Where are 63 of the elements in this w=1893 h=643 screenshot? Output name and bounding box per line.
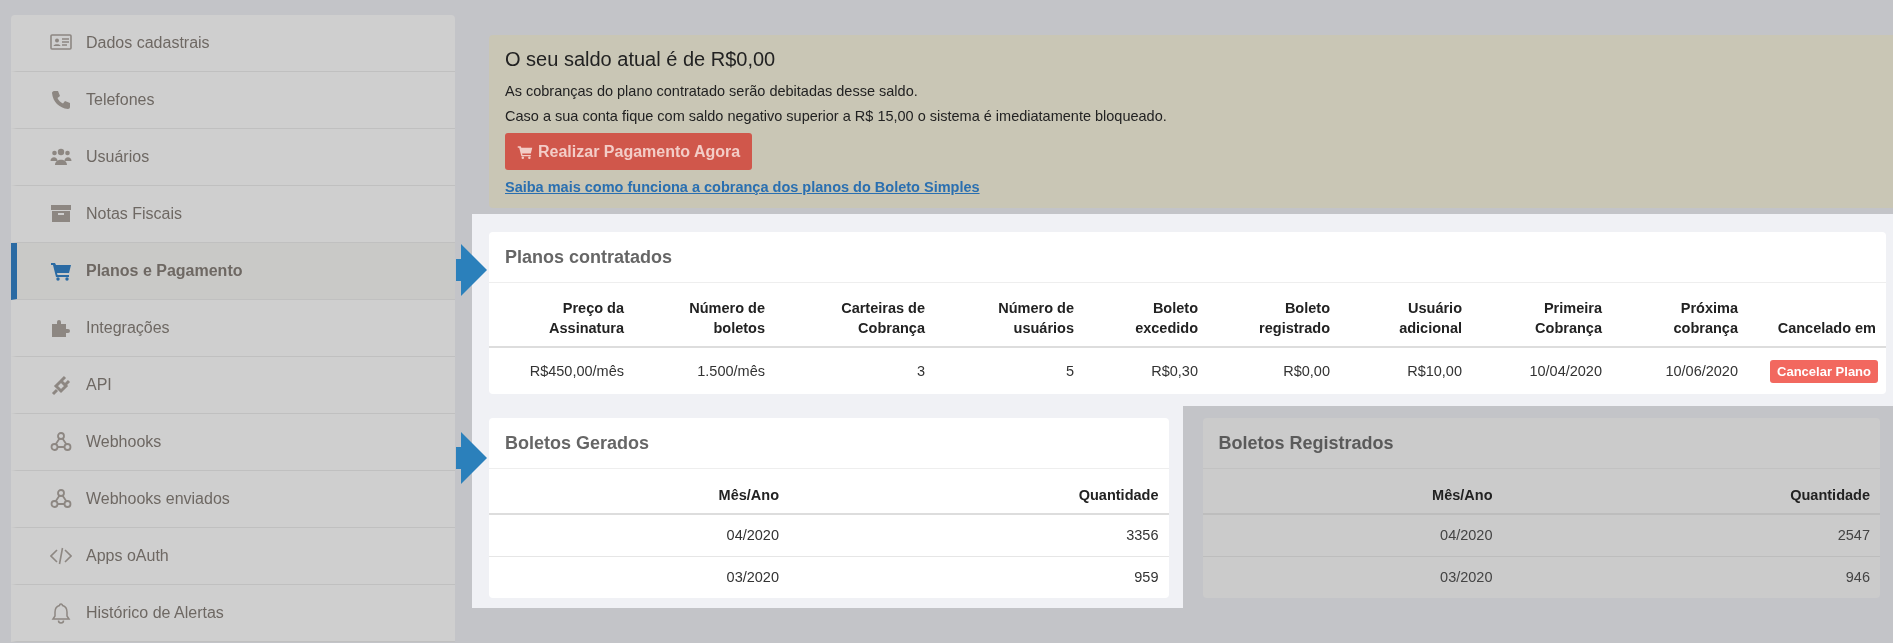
column-header: Mês/Ano <box>718 486 779 505</box>
phone-icon <box>50 89 72 111</box>
table-cell: 1.500/mês <box>697 363 765 379</box>
card-title: Planos contratados <box>489 232 1886 283</box>
pointer-arrow <box>456 244 487 296</box>
card-title: Boletos Registrados <box>1202 418 1880 469</box>
table-cell: 2547 <box>1837 527 1870 544</box>
plug-icon <box>50 374 72 396</box>
webhook-icon <box>50 488 72 510</box>
table-cell: 5 <box>1065 363 1074 379</box>
column-header: Carteiras de Cobrança <box>840 299 925 338</box>
info-text: As cobranças do plano contratado serão debitadas desse saldo. <box>505 82 919 101</box>
cart-icon <box>517 143 533 160</box>
column-header: Cancelado em <box>1777 319 1876 338</box>
info-text: Caso a sua conta fique com saldo negativo superior a R$ 15,00 o sistema é imediatamente bloqueado. <box>505 107 1168 126</box>
column-header: Mês/Ano <box>1432 486 1493 505</box>
table-cell: R$0,30 <box>1151 363 1198 379</box>
table-cell: 959 <box>1134 569 1159 586</box>
column-header: Número de boletos <box>688 299 765 338</box>
table-cell: 10/04/2020 <box>1529 363 1602 379</box>
table-cell: R$10,00 <box>1407 363 1462 379</box>
puzzle-icon <box>50 317 72 339</box>
table-cell: 3 <box>916 363 925 379</box>
cancel-plan-button[interactable]: Cancelar Plano <box>1770 359 1878 383</box>
column-header: Quantidade <box>1078 486 1159 505</box>
pointer-arrow <box>456 432 487 484</box>
table-cell: 10/06/2020 <box>1665 363 1738 379</box>
table-cell: 03/2020 <box>1440 569 1493 586</box>
table-cell: 04/2020 <box>1440 527 1493 544</box>
table-cell: R$0,00 <box>1283 363 1330 379</box>
sidebar-item[interactable]: Usuários <box>11 129 455 186</box>
pay-now-button[interactable]: Realizar Pagamento Agora <box>505 133 753 170</box>
table-cell: 946 <box>1845 569 1870 586</box>
sidebar-item[interactable]: Webhooks <box>11 414 455 471</box>
column-header: Boleto registrado <box>1258 299 1330 338</box>
sidebar-item[interactable]: Histórico de Alertas <box>11 585 455 642</box>
column-header: Número de usuários <box>997 299 1074 338</box>
help-link[interactable]: Saiba mais como funciona a cobrança dos planos do Boleto Simples <box>505 179 980 195</box>
bell-icon <box>50 602 72 624</box>
sidebar-item[interactable]: Apps oAuth <box>11 528 455 585</box>
column-header: Primeira Cobrança <box>1534 299 1602 338</box>
column-header: Próxima cobrança <box>1672 299 1738 338</box>
users-icon <box>50 146 72 168</box>
sidebar-item[interactable]: Planos e Pagamento <box>11 243 455 300</box>
sidebar-item[interactable]: Integrações <box>11 300 455 357</box>
column-header: Boleto excedido <box>1134 299 1198 338</box>
code-icon <box>50 545 72 567</box>
sidebar-item[interactable]: Dados cadastrais <box>11 15 455 72</box>
sidebar-item[interactable]: Webhooks enviados <box>11 471 455 528</box>
card-title: Boletos Gerados <box>489 418 1169 469</box>
sidebar-item[interactable]: API <box>11 357 455 414</box>
column-header: Preço da Assinatura <box>548 299 624 338</box>
cart-icon <box>50 260 72 282</box>
table-cell: 03/2020 <box>726 569 779 586</box>
column-header: Usuário adicional <box>1398 299 1462 338</box>
balance-title: O seu saldo atual é de R$0,00 <box>505 47 777 72</box>
sidebar-item[interactable]: Telefones <box>11 72 455 129</box>
table-cell: R$450,00/mês <box>529 363 624 379</box>
webhook-icon <box>50 431 72 453</box>
column-header: Quantidade <box>1790 486 1870 505</box>
table-cell: 3356 <box>1126 527 1159 544</box>
table-cell: 04/2020 <box>726 527 779 544</box>
archive-box-icon <box>50 203 72 225</box>
